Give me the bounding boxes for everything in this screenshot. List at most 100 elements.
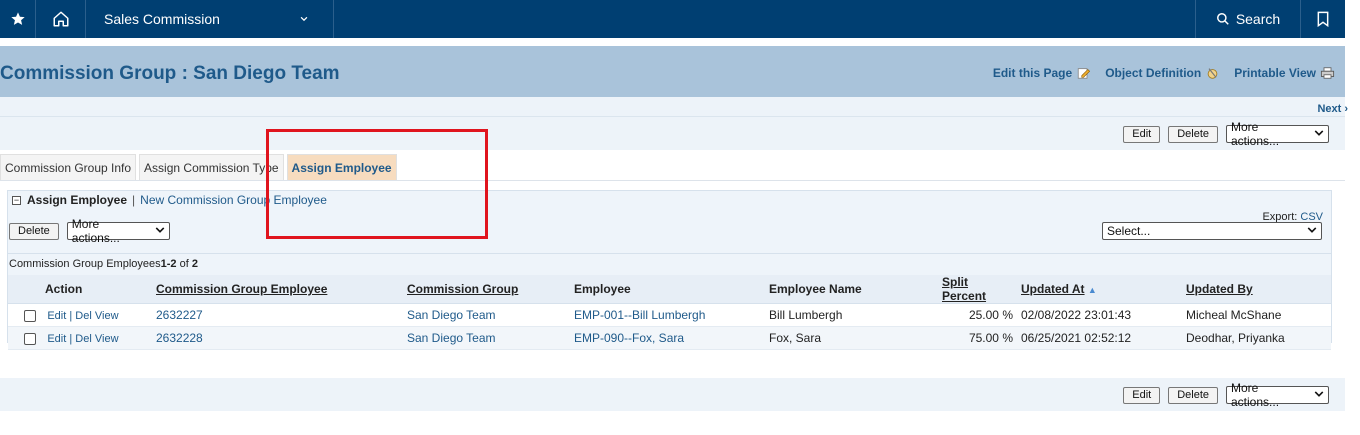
nav-spacer xyxy=(334,0,1196,38)
col-commission-group[interactable]: Commission Group xyxy=(403,275,570,304)
row-view-link[interactable]: View xyxy=(95,333,119,345)
top-action-buttons: Edit Delete More actions... xyxy=(1123,120,1329,148)
view-select[interactable]: Select... xyxy=(1102,222,1322,240)
chevron-down-icon xyxy=(1314,129,1324,139)
printable-view-label: Printable View xyxy=(1234,66,1316,80)
row-id[interactable]: 2632228 xyxy=(152,326,403,350)
col-action: Action xyxy=(8,275,152,304)
section-separator: | xyxy=(132,193,136,207)
search-icon xyxy=(1216,12,1230,26)
bookmark-icon[interactable] xyxy=(1301,0,1345,38)
view-select-label: Select... xyxy=(1107,224,1151,238)
row-actions: Edit | Del View xyxy=(47,310,118,322)
sub-bar xyxy=(0,97,1345,117)
bottom-more-actions-select[interactable]: More actions... xyxy=(1226,381,1329,409)
row-employee[interactable]: EMP-001--Bill Lumbergh xyxy=(570,303,765,327)
row-employee-name: Fox, Sara xyxy=(765,326,938,350)
col-updated-at-header[interactable]: Updated At ▲ xyxy=(1017,275,1182,304)
new-commission-group-employee-link[interactable]: New Commission Group Employee xyxy=(140,193,327,207)
assign-employee-section: − Assign Employee | New Commission Group… xyxy=(7,190,1332,350)
printable-view-link[interactable]: Printable View xyxy=(1234,66,1335,80)
row-employee[interactable]: EMP-090--Fox, Sara xyxy=(570,326,765,350)
section-toolbar-left: Delete More actions... xyxy=(9,217,170,245)
table-row: Edit | Del View 2632228 San Diego Team E… xyxy=(8,326,1331,350)
row-checkbox[interactable] xyxy=(24,309,36,322)
bottom-action-bar: Edit Delete More actions... xyxy=(0,378,1345,411)
page-title: Commission Group : San Diego Team xyxy=(0,63,340,84)
chevron-down-icon xyxy=(1314,390,1324,400)
delete-button[interactable]: Delete xyxy=(1168,125,1218,143)
section-more-actions-label: More actions... xyxy=(71,217,120,245)
top-nav: Sales Commission Search xyxy=(0,0,1345,38)
col-employee-name: Employee Name xyxy=(765,275,938,304)
row-split-percent: 75.00 % xyxy=(938,326,1017,350)
row-split-percent: 25.00 % xyxy=(938,303,1017,327)
app-name: Sales Commission xyxy=(104,11,220,27)
bottom-more-actions-label: More actions... xyxy=(1231,381,1280,409)
chevron-down-icon xyxy=(155,226,165,236)
row-del-link[interactable]: Del xyxy=(75,310,92,322)
tab-assign-commission-type[interactable]: Assign Commission Type xyxy=(139,154,284,180)
row-action-cell: Edit | Del View xyxy=(8,326,152,350)
col-split-percent[interactable]: Split Percent xyxy=(938,275,1017,304)
object-definition-label: Object Definition xyxy=(1105,66,1202,80)
row-edit-link[interactable]: Edit xyxy=(47,333,66,345)
favorites-star-icon[interactable] xyxy=(0,0,36,38)
row-edit-link[interactable]: Edit xyxy=(47,310,66,322)
bottom-delete-button[interactable]: Delete xyxy=(1168,386,1218,404)
edit-button[interactable]: Edit xyxy=(1123,125,1161,143)
chevron-down-icon xyxy=(1307,226,1317,236)
chevron-down-icon xyxy=(299,14,309,24)
col-updated-at: Updated At xyxy=(1021,282,1085,296)
bottom-edit-button[interactable]: Edit xyxy=(1123,386,1161,404)
page-header: Commission Group : San Diego Team Edit t… xyxy=(0,46,1345,97)
row-updated-at: 02/08/2022 23:01:43 xyxy=(1017,303,1182,327)
row-del-link[interactable]: Del xyxy=(75,333,92,345)
row-actions-sep: | xyxy=(69,333,73,345)
employees-table: Action Commission Group Employee Commiss… xyxy=(8,275,1331,350)
table-row: Edit | Del View 2632227 San Diego Team E… xyxy=(8,303,1331,327)
pencil-icon xyxy=(1078,68,1091,79)
more-actions-select[interactable]: More actions... xyxy=(1226,120,1329,148)
row-actions-sep: | xyxy=(69,310,73,322)
row-updated-by: Deodhar, Priyanka xyxy=(1182,326,1331,350)
section-delete-button[interactable]: Delete xyxy=(9,222,59,240)
header-links: Edit this Page Object Definition Printab… xyxy=(993,66,1335,80)
object-definition-icon xyxy=(1207,68,1218,79)
tab-commission-group-info[interactable]: Commission Group Info xyxy=(0,154,137,180)
sort-ascending-icon: ▲ xyxy=(1087,285,1097,295)
row-employee-name: Bill Lumbergh xyxy=(765,303,938,327)
tab-assign-employee[interactable]: Assign Employee xyxy=(286,154,397,180)
row-checkbox[interactable] xyxy=(24,332,36,345)
next-link[interactable]: Next › xyxy=(1317,103,1348,115)
home-icon[interactable] xyxy=(36,0,86,38)
printer-icon xyxy=(1320,67,1335,79)
col-commission-group-employee[interactable]: Commission Group Employee xyxy=(152,275,403,304)
row-group[interactable]: San Diego Team xyxy=(403,326,570,350)
row-id[interactable]: 2632227 xyxy=(152,303,403,327)
record-tabs: Commission Group Info Assign Commission … xyxy=(0,154,397,180)
count-of: of xyxy=(176,258,192,270)
row-actions: Edit | Del View xyxy=(47,333,118,345)
section-toolbar-right: Select... xyxy=(1102,222,1322,240)
row-updated-at: 06/25/2021 02:52:12 xyxy=(1017,326,1182,350)
row-group[interactable]: San Diego Team xyxy=(403,303,570,327)
col-updated-by[interactable]: Updated By xyxy=(1182,275,1331,304)
record-count: Commission Group Employees 1-2 of 2 xyxy=(8,253,1331,274)
bottom-action-buttons: Edit Delete More actions... xyxy=(1123,381,1329,409)
more-actions-label: More actions... xyxy=(1231,120,1280,148)
col-employee: Employee xyxy=(570,275,765,304)
table-header-row: Action Commission Group Employee Commiss… xyxy=(8,275,1331,304)
section-header: − Assign Employee | New Commission Group… xyxy=(12,193,327,207)
search-label: Search xyxy=(1235,11,1281,27)
collapse-icon[interactable]: − xyxy=(12,195,21,205)
row-updated-by: Micheal McShane xyxy=(1182,303,1331,327)
count-range: 1-2 xyxy=(160,258,177,270)
app-switcher[interactable]: Sales Commission xyxy=(86,0,334,38)
section-more-actions-select[interactable]: More actions... xyxy=(66,217,170,245)
edit-page-link[interactable]: Edit this Page xyxy=(993,66,1091,80)
object-definition-link[interactable]: Object Definition xyxy=(1105,66,1220,80)
search-button[interactable]: Search xyxy=(1196,0,1301,38)
row-action-cell: Edit | Del View xyxy=(8,303,152,327)
row-view-link[interactable]: View xyxy=(95,310,119,322)
